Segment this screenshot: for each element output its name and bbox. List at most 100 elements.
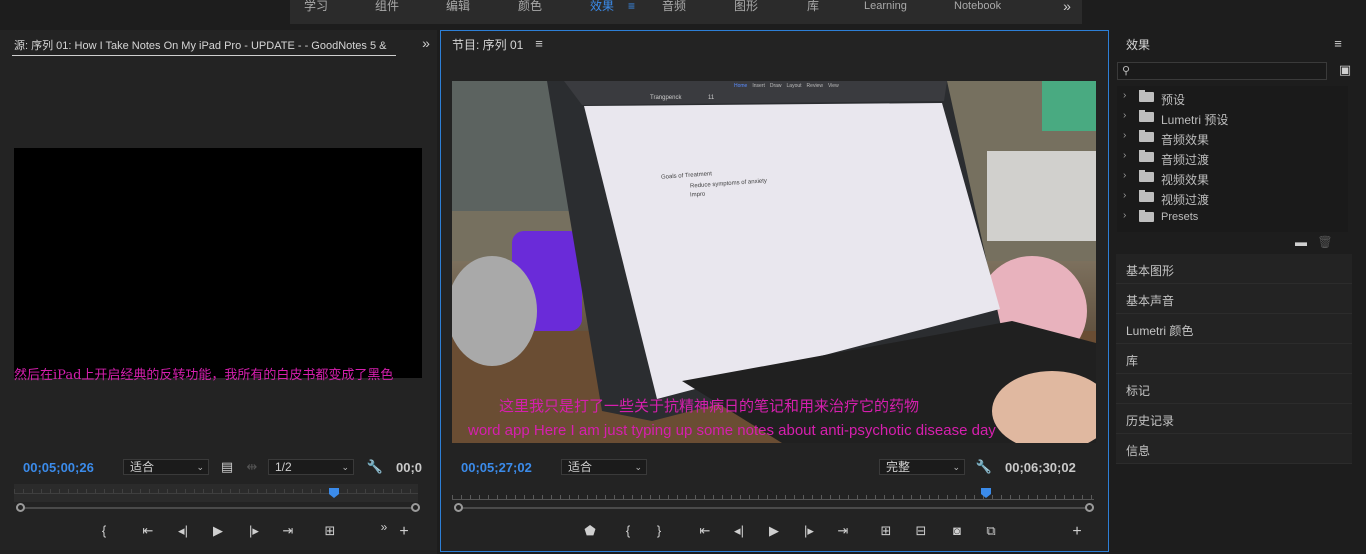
program-fit-value: 适合: [568, 460, 593, 474]
source-panel-title[interactable]: 源: 序列 01: How I Take Notes On My iPad Pr…: [14, 37, 396, 53]
new-bin-icon[interactable]: ▣: [1336, 62, 1354, 78]
panel-info[interactable]: 信息: [1116, 434, 1352, 464]
go-to-out-icon[interactable]: ⇥: [279, 523, 297, 539]
video-app-tab: Insert: [752, 83, 765, 89]
effects-search-input[interactable]: ⚲: [1117, 62, 1327, 80]
effects-panel-title[interactable]: 效果: [1126, 36, 1150, 53]
video-app-tab: Review: [806, 83, 823, 89]
effects-folder-label: 音频效果: [1161, 133, 1210, 147]
video-app-toolbar: Home Insert Draw Layout Review View: [734, 83, 839, 89]
panel-lumetri-color[interactable]: Lumetri 颜色: [1116, 314, 1352, 344]
panel-libraries[interactable]: 库: [1116, 344, 1352, 374]
drag-video-icon[interactable]: ⇹: [243, 459, 261, 475]
effects-folder-audio-transitions[interactable]: › 音频过渡: [1117, 148, 1347, 167]
extract-icon[interactable]: ⊟: [912, 523, 930, 539]
panel-essential-graphics[interactable]: 基本图形: [1116, 254, 1352, 284]
hamburger-icon[interactable]: ≡: [530, 36, 548, 52]
program-subtitle-cn: 这里我只是打了一些关于抗精神病日的笔记和用来治疗它的药物: [499, 398, 920, 415]
chevron-down-icon: ⌄: [634, 462, 642, 472]
play-icon[interactable]: ▶: [209, 523, 227, 539]
chevron-right-icon: ›: [1123, 90, 1127, 101]
step-back-icon[interactable]: ◂|: [730, 523, 748, 539]
video-app-tab: View: [827, 83, 839, 89]
lift-icon[interactable]: ⊞: [877, 523, 895, 539]
workspace-tab-assembly[interactable]: 组件: [375, 0, 399, 14]
wrench-icon[interactable]: 🔧: [975, 459, 993, 475]
effects-folder-audio-effects[interactable]: › 音频效果: [1117, 128, 1347, 147]
play-icon[interactable]: ▶: [765, 523, 783, 539]
source-zoom-handle-left[interactable]: [16, 503, 25, 512]
chevron-right-icon: ›: [1123, 130, 1127, 141]
video-app-tab: Draw: [769, 83, 782, 89]
effects-folder-presets[interactable]: › 预设: [1117, 88, 1347, 107]
program-zoom-scrollbar[interactable]: [462, 507, 1088, 509]
double-chevron-right-icon[interactable]: »: [375, 519, 393, 535]
video-app-tab: Home: [734, 83, 748, 89]
program-zoom-handle-right[interactable]: [1085, 503, 1094, 512]
double-chevron-right-icon[interactable]: »: [417, 35, 435, 51]
chevron-right-icon: ›: [1123, 170, 1127, 181]
source-fit-dropdown[interactable]: 适合 ⌄: [123, 459, 209, 475]
camera-icon[interactable]: ◙: [948, 523, 966, 539]
chevron-right-icon: ›: [1123, 190, 1127, 201]
folder-icon: [1139, 110, 1154, 122]
step-forward-icon[interactable]: |▸: [800, 523, 818, 539]
add-button-icon[interactable]: +: [1068, 524, 1086, 540]
source-resolution-dropdown[interactable]: 1/2 ⌄: [268, 459, 354, 475]
video-font-size: 11: [708, 95, 715, 101]
mark-in-icon[interactable]: {: [95, 523, 113, 539]
workspace-tab-editing[interactable]: 编辑: [446, 0, 470, 14]
source-video-frame: [14, 148, 422, 378]
workspace-tab-color[interactable]: 颜色: [518, 0, 542, 14]
marker-icon[interactable]: ⬟: [581, 523, 599, 539]
program-timecode[interactable]: 00;05;27;02: [461, 460, 532, 475]
new-folder-icon[interactable]: ▬: [1292, 234, 1310, 250]
panel-history[interactable]: 历史记录: [1116, 404, 1352, 434]
panel-label: 基本图形: [1126, 264, 1175, 278]
folder-icon: [1139, 190, 1154, 202]
chevron-right-icon: ›: [1123, 110, 1127, 121]
program-fit-dropdown[interactable]: 适合 ⌄: [561, 459, 647, 475]
panel-essential-sound[interactable]: 基本声音: [1116, 284, 1352, 314]
effects-folder-lumetri-presets[interactable]: › Lumetri 预设: [1117, 108, 1347, 127]
insert-icon[interactable]: ⊞: [321, 523, 339, 539]
video-app-tab: Layout: [786, 83, 802, 89]
source-timecode[interactable]: 00;05;00;26: [23, 460, 94, 475]
workspace-tab-graphics[interactable]: 图形: [734, 0, 758, 14]
workspace-tab-learn[interactable]: 学习: [304, 0, 328, 14]
panel-markers[interactable]: 标记: [1116, 374, 1352, 404]
source-zoom-handle-right[interactable]: [411, 503, 420, 512]
source-zoom-scrollbar[interactable]: [22, 507, 416, 509]
video-font-name: Trangpenck: [650, 95, 682, 101]
double-chevron-right-icon[interactable]: »: [1052, 0, 1082, 24]
effects-folder-video-effects[interactable]: › 视频效果: [1117, 168, 1347, 187]
go-to-in-icon[interactable]: ⇤: [139, 523, 157, 539]
workspace-tab-audio[interactable]: 音频: [662, 0, 686, 14]
chevron-right-icon: ›: [1123, 150, 1127, 161]
program-zoom-handle-left[interactable]: [454, 503, 463, 512]
mark-in-icon[interactable]: {: [619, 523, 637, 539]
comparison-view-icon[interactable]: ⧉: [982, 523, 1000, 539]
trash-icon[interactable]: 🗑: [1316, 234, 1334, 250]
go-to-in-icon[interactable]: ⇤: [696, 523, 714, 539]
add-button-icon[interactable]: +: [395, 524, 413, 540]
workspace-tab-notebook[interactable]: Notebook: [954, 0, 1001, 14]
effects-folder-presets-en[interactable]: › Presets: [1117, 208, 1347, 226]
workspace-tab-effects[interactable]: 效果: [590, 0, 614, 14]
program-quality-dropdown[interactable]: 完整 ⌄: [879, 459, 965, 475]
workspace-tab-learning[interactable]: Learning: [864, 0, 907, 14]
filmstrip-icon[interactable]: ▤: [218, 459, 236, 475]
workspace-tab-libraries[interactable]: 库: [807, 0, 819, 14]
step-forward-icon[interactable]: |▸: [245, 523, 263, 539]
program-duration-timecode: 00;06;30;02: [1005, 460, 1076, 475]
wrench-icon[interactable]: 🔧: [366, 459, 384, 475]
program-panel-title[interactable]: 节目: 序列 01: [452, 36, 523, 53]
mark-out-icon[interactable]: }: [650, 523, 668, 539]
hamburger-icon[interactable]: ≡: [1329, 36, 1347, 52]
workspace-menu-icon[interactable]: ≡: [628, 0, 635, 14]
program-time-ruler[interactable]: [452, 490, 1094, 500]
go-to-out-icon[interactable]: ⇥: [834, 523, 852, 539]
video-scene: [452, 81, 1096, 443]
effects-folder-video-transitions[interactable]: › 视频过渡: [1117, 188, 1347, 207]
step-back-icon[interactable]: ◂|: [174, 523, 192, 539]
